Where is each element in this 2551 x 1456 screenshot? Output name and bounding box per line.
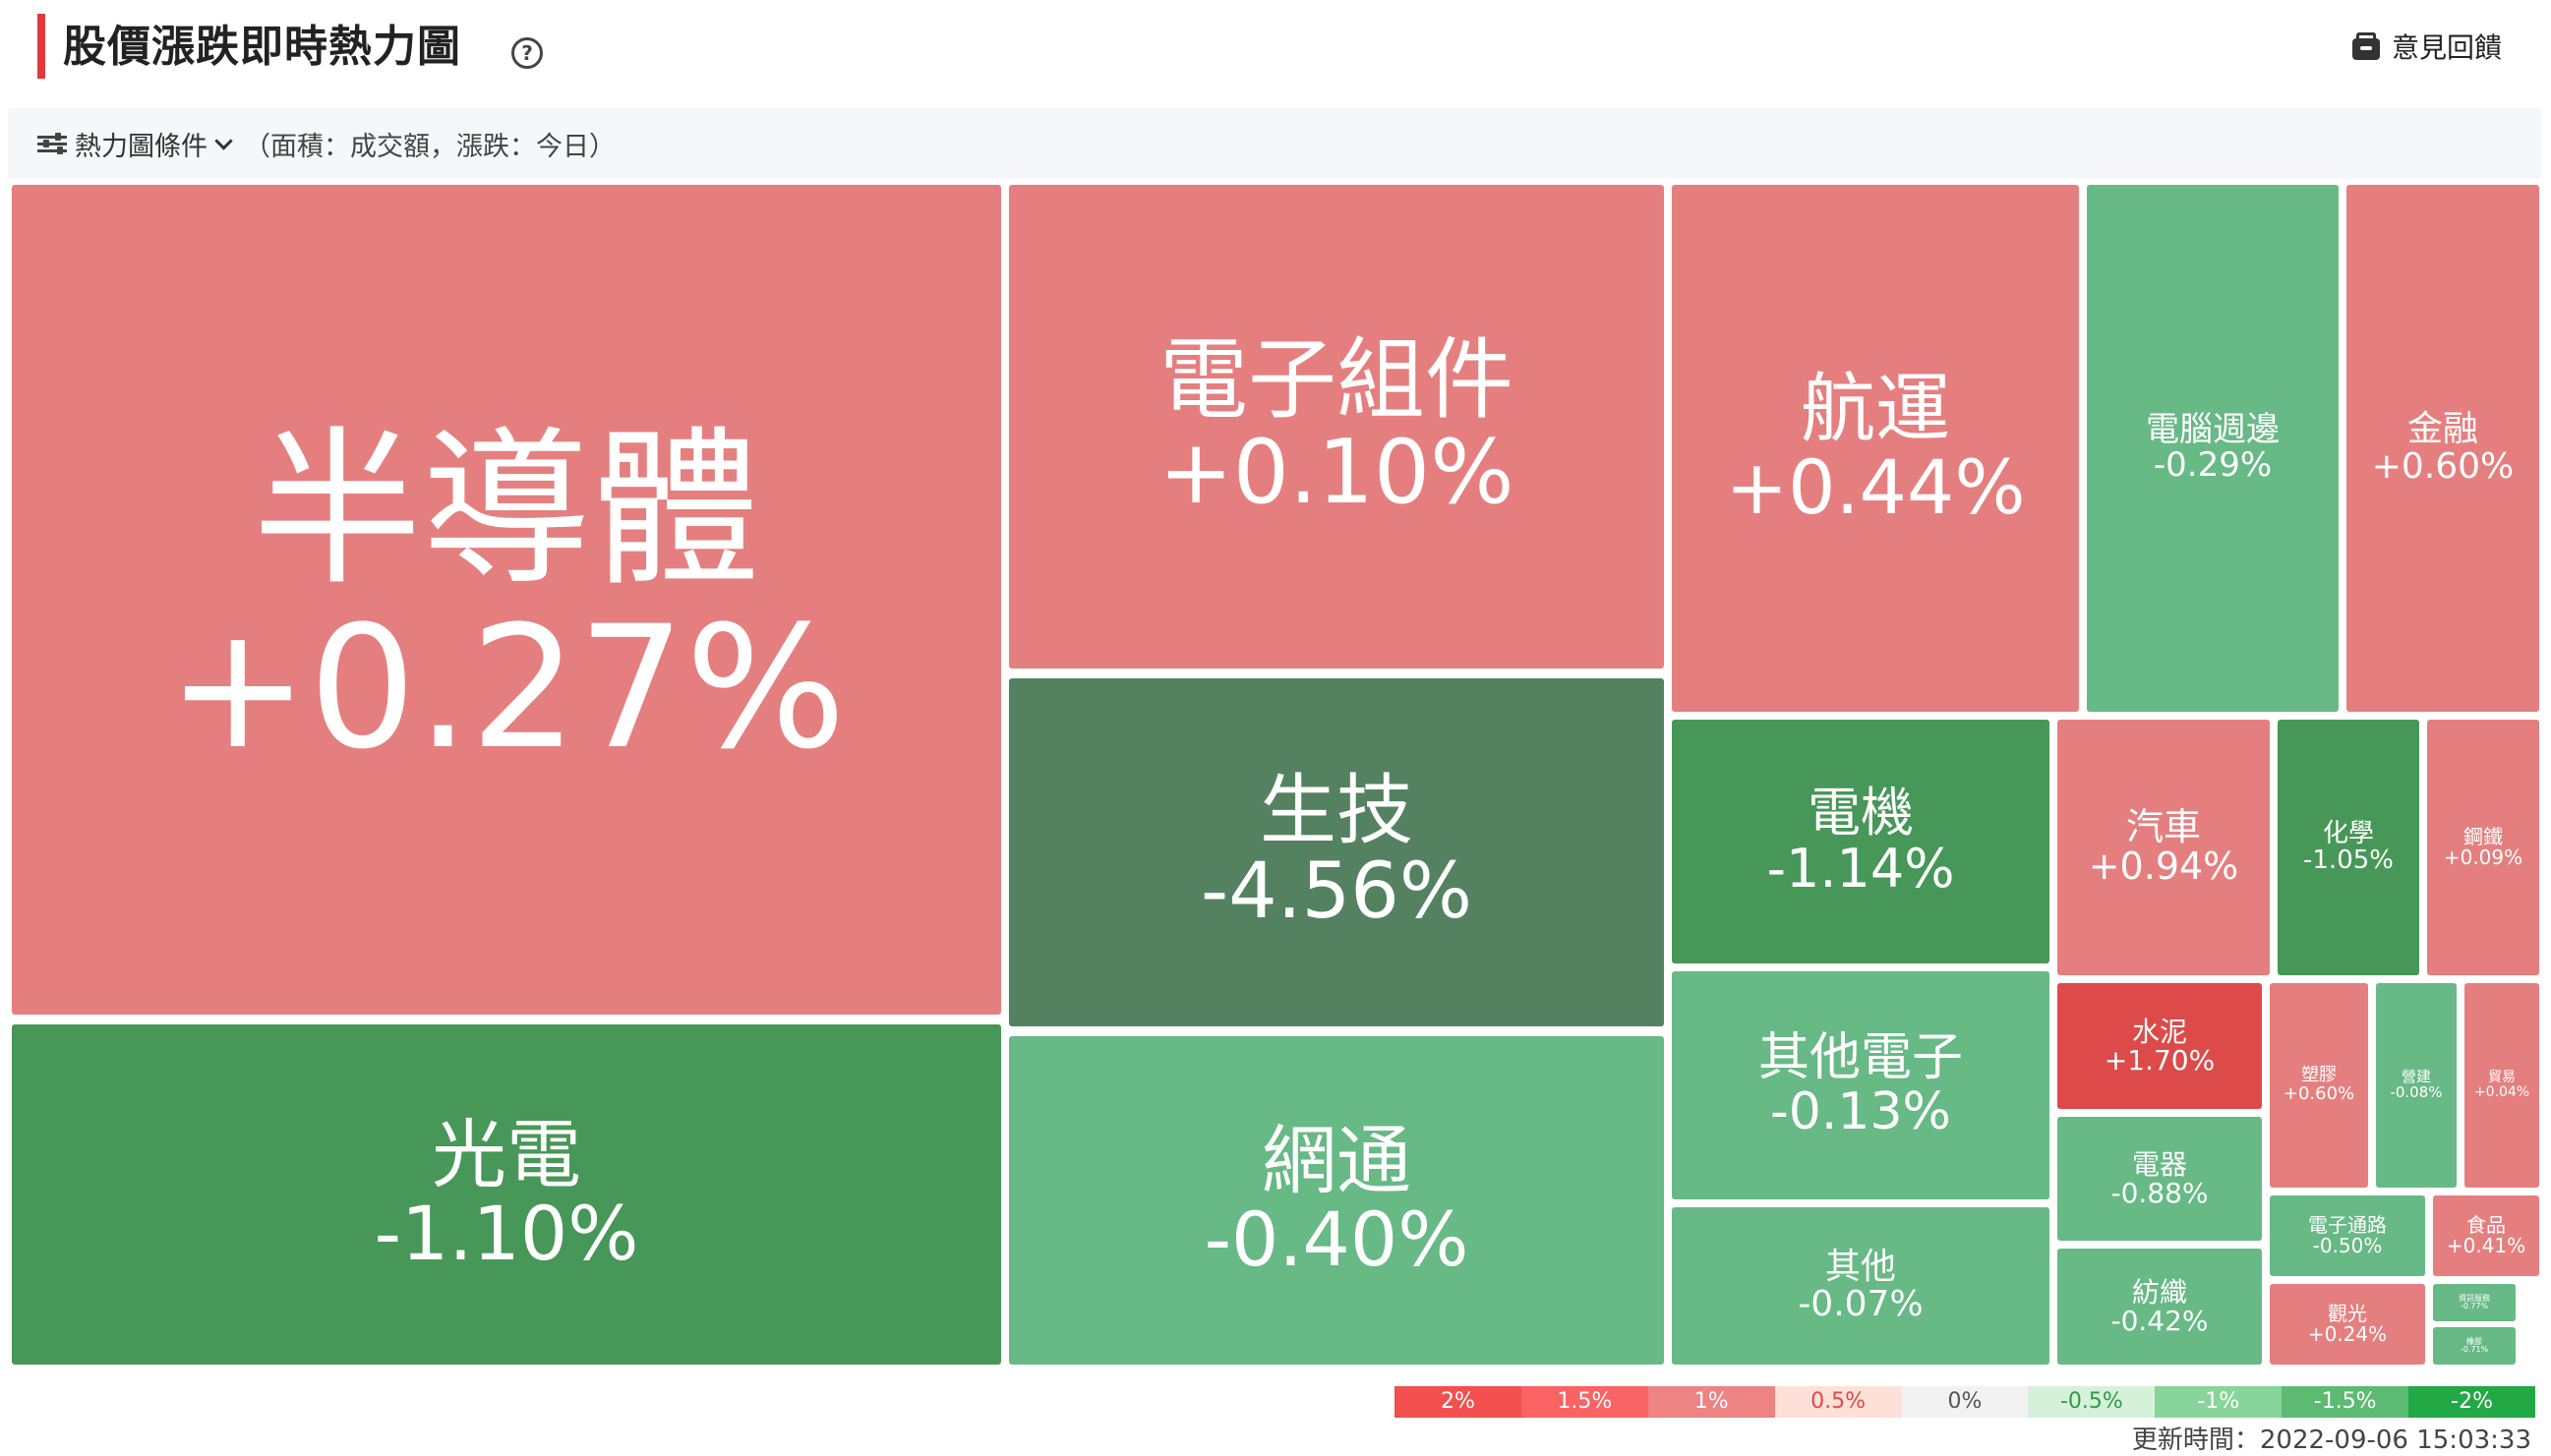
tile-change: -0.50%	[2312, 1234, 2383, 1257]
tile-change: -1.10%	[374, 1190, 639, 1277]
question-circle-icon[interactable]: ?	[511, 37, 543, 69]
tile-change: -1.05%	[2303, 845, 2394, 875]
legend-item: 0.5%	[1774, 1386, 1902, 1418]
tile-shipping[interactable]: 航運 +0.44%	[1672, 185, 2079, 712]
tile-rubber[interactable]: 橡膠 -0.71%	[2433, 1327, 2516, 1365]
tile-optoelectronics[interactable]: 光電 -1.10%	[12, 1024, 1001, 1365]
tile-name: 紡織	[2131, 1275, 2187, 1309]
tile-change: +0.94%	[2088, 844, 2239, 888]
tile-name: 生技	[1259, 767, 1413, 856]
tile-change: -0.42%	[2110, 1305, 2209, 1337]
legend-item: -1%	[2155, 1386, 2283, 1418]
page-header: 股價漲跌即時熱力圖 ? 意見回饋	[0, 0, 2551, 98]
tile-change: +0.44%	[1725, 443, 2026, 531]
tile-construction[interactable]: 營建 -0.08%	[2376, 983, 2457, 1188]
feedback-label: 意見回饋	[2391, 31, 2502, 64]
tile-change: +0.41%	[2446, 1234, 2526, 1257]
tile-name: 電機	[1808, 782, 1914, 844]
tile-change: -0.40%	[1204, 1195, 1469, 1283]
tile-electric-machinery[interactable]: 電機 -1.14%	[1672, 720, 2049, 963]
tile-change: +0.09%	[2443, 845, 2523, 869]
tile-name: 觀光	[2328, 1302, 2367, 1325]
tile-name: 貿易	[2488, 1070, 2516, 1086]
tile-other-electronics[interactable]: 其他電子 -0.13%	[1672, 971, 2049, 1199]
tile-electronics-distribution[interactable]: 電子通路 -0.50%	[2270, 1195, 2425, 1276]
legend-item: 1.5%	[1520, 1386, 1648, 1418]
tile-cement[interactable]: 水泥 +1.70%	[2057, 983, 2262, 1109]
color-legend: 2% 1.5% 1% 0.5% 0% -0.5% -1% -1.5% -2%	[1394, 1386, 2536, 1418]
tile-name: 其他電子	[1757, 1028, 1963, 1088]
tile-steel[interactable]: 鋼鐵 +0.09%	[2427, 720, 2539, 975]
tile-change: -0.08%	[2390, 1083, 2443, 1101]
tile-name: 食品	[2466, 1213, 2506, 1237]
title-accent-bar	[37, 14, 45, 79]
tile-chemical[interactable]: 化學 -1.05%	[2278, 720, 2419, 975]
tile-change: -0.88%	[2110, 1177, 2209, 1209]
tile-change: +0.60%	[2371, 446, 2515, 487]
tile-change: -0.13%	[1770, 1082, 1951, 1141]
tile-name: 鋼鐵	[2463, 825, 2503, 848]
inbox-icon	[2351, 32, 2382, 60]
tile-name: 化學	[2322, 818, 2374, 848]
tile-change: +0.04%	[2473, 1084, 2530, 1100]
tile-tourism[interactable]: 觀光 +0.24%	[2270, 1284, 2425, 1365]
tile-change: -1.14%	[1766, 838, 1955, 900]
sliders-icon	[37, 132, 67, 155]
legend-item: -1.5%	[2282, 1386, 2409, 1418]
conditions-bar: 熱力圖條件 （面積：成交額，漲跌：今日）	[8, 108, 2541, 179]
legend-item: 2%	[1394, 1386, 1521, 1418]
heatmap-conditions-dropdown[interactable]: 熱力圖條件	[37, 125, 244, 163]
tile-name: 電子組件	[1159, 327, 1513, 432]
conditions-note: （面積：成交額，漲跌：今日）	[244, 131, 616, 162]
legend-item: -0.5%	[2028, 1386, 2156, 1418]
tile-biotech[interactable]: 生技 -4.56%	[1009, 678, 1664, 1026]
tile-change: -0.71%	[2460, 1345, 2489, 1354]
tile-change: +0.60%	[2283, 1083, 2355, 1104]
legend-item: -2%	[2408, 1386, 2536, 1418]
tile-name: 光電	[432, 1111, 581, 1199]
tile-textiles[interactable]: 紡織 -0.42%	[2057, 1249, 2262, 1365]
tile-name: 電器	[2131, 1147, 2187, 1181]
tile-name: 電子通路	[2308, 1213, 2387, 1237]
tile-semiconductor[interactable]: 半導體 +0.27%	[12, 185, 1001, 1015]
feedback-button[interactable]: 意見回饋	[2351, 22, 2502, 71]
tile-automobile[interactable]: 汽車 +0.94%	[2057, 720, 2270, 975]
tile-electrical-appliances[interactable]: 電器 -0.88%	[2057, 1117, 2262, 1241]
tile-other[interactable]: 其他 -0.07%	[1672, 1207, 2049, 1365]
tile-name: 航運	[1801, 365, 1950, 453]
tile-name: 汽車	[2125, 805, 2201, 849]
tile-change: +0.24%	[2307, 1322, 2388, 1346]
tile-change: +0.10%	[1158, 421, 1514, 524]
update-timestamp: 更新時間：2022-09-06 15:03:33	[2131, 1426, 2531, 1455]
tile-information-services[interactable]: 資訊服務 -0.77%	[2433, 1284, 2516, 1321]
tile-food[interactable]: 食品 +0.41%	[2433, 1195, 2539, 1276]
page-title: 股價漲跌即時熱力圖	[63, 22, 461, 72]
tile-electronic-components[interactable]: 電子組件 +0.10%	[1009, 185, 1664, 669]
chevron-down-icon	[214, 131, 233, 150]
tile-networking[interactable]: 網通 -0.40%	[1009, 1036, 1664, 1365]
tile-change: -4.56%	[1201, 847, 1472, 936]
tile-name: 水泥	[2131, 1015, 2187, 1048]
tile-change: +1.70%	[2104, 1044, 2216, 1077]
tile-name: 其他	[1824, 1247, 1896, 1288]
tile-name: 半導體	[253, 411, 760, 610]
tile-computer-peripherals[interactable]: 電腦週邊 -0.29%	[2087, 185, 2339, 712]
tile-name: 電腦週邊	[2146, 410, 2280, 450]
tile-change: +0.27%	[166, 589, 847, 786]
tile-change: -0.29%	[2153, 445, 2273, 485]
tile-change: -0.07%	[1798, 1284, 1924, 1324]
legend-item: 0%	[1901, 1386, 2029, 1418]
tile-name: 金融	[2406, 409, 2478, 450]
conditions-label: 熱力圖條件	[75, 131, 208, 162]
tile-trading[interactable]: 貿易 +0.04%	[2464, 983, 2539, 1188]
legend-item: 1%	[1647, 1386, 1775, 1418]
tile-name: 網通	[1262, 1117, 1411, 1205]
tile-change: -0.77%	[2460, 1302, 2489, 1310]
tile-finance[interactable]: 金融 +0.60%	[2346, 185, 2539, 712]
tile-plastics[interactable]: 塑膠 +0.60%	[2270, 983, 2368, 1188]
